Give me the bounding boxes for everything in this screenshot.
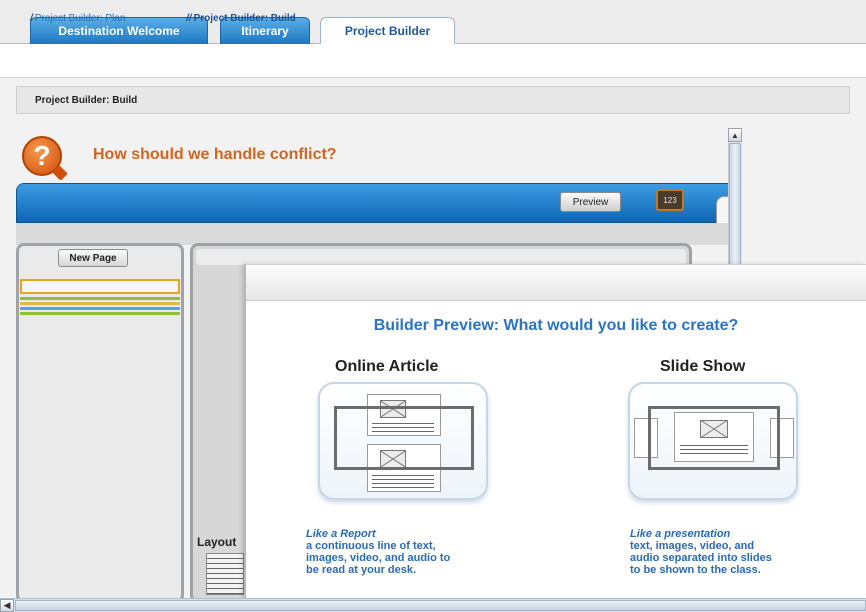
- desc-line: text, images, video, and: [630, 540, 755, 552]
- page-stripe[interactable]: [20, 297, 180, 300]
- tab-project-builder[interactable]: Project Builder: [320, 17, 455, 44]
- subnav-link-plan[interactable]: / Project Builder: Plan: [30, 13, 125, 24]
- counter-icon[interactable]: 123: [656, 189, 684, 211]
- slash-icon: /: [30, 13, 33, 24]
- page-stripe[interactable]: [20, 307, 180, 310]
- question-heading: How should we handle conflict?: [93, 146, 337, 163]
- dialog-title: Builder Preview: What would you like to …: [373, 317, 739, 334]
- preview-button[interactable]: Preview: [560, 192, 621, 212]
- horizontal-scrollbar-thumb[interactable]: [15, 600, 866, 611]
- slide-frame-icon: [648, 406, 780, 470]
- subnav-bar: [0, 44, 866, 78]
- online-article-lead: Like a Report: [306, 528, 376, 540]
- project-builder-window: Destination Welcome Itinerary Project Bu…: [0, 0, 866, 612]
- slide-show-description: Like a presentation text, images, video,…: [630, 528, 772, 576]
- page-stripe[interactable]: [20, 312, 180, 315]
- question-mark-icon: ?: [22, 136, 62, 176]
- layout-label: Layout: [197, 535, 237, 549]
- dialog-header: [246, 265, 866, 301]
- section-title: Project Builder: Build: [35, 95, 138, 106]
- text-lines: [372, 472, 434, 488]
- scroll-up-icon[interactable]: ▲: [728, 128, 742, 142]
- desc-line: be read at your desk.: [306, 564, 417, 576]
- canvas-header: [196, 249, 686, 265]
- section-title-bar: Project Builder: Build: [16, 86, 850, 114]
- layout-lines-icon[interactable]: [206, 553, 244, 595]
- desc-line: a continuous line of text,: [306, 540, 436, 552]
- slide-show-lead: Like a presentation: [630, 528, 731, 540]
- option-title-slide-show: Slide Show: [660, 358, 746, 375]
- option-title-online-article: Online Article: [335, 358, 439, 375]
- desc-line: to be shown to the class.: [630, 564, 761, 576]
- builder-toolbar: [16, 183, 736, 223]
- toolbar-strip: [16, 223, 736, 245]
- subnav-build-label: Project Builder: Build: [193, 13, 296, 24]
- slide-show-option[interactable]: [628, 382, 798, 500]
- page-thumbnail-selected[interactable]: [20, 279, 180, 294]
- subnav-plan-label: Project Builder: Plan: [34, 13, 126, 24]
- desc-line: images, video, and audio to: [306, 552, 451, 564]
- page-stripe[interactable]: [20, 302, 180, 305]
- article-frame-icon: [334, 406, 474, 470]
- desc-line: audio separated into slides: [630, 552, 772, 564]
- subnav-link-build[interactable]: //Project Builder: Build: [186, 13, 296, 24]
- double-slash-icon: //: [186, 13, 192, 24]
- scroll-left-icon[interactable]: ◀: [0, 599, 14, 612]
- online-article-option[interactable]: [318, 382, 488, 500]
- online-article-description: Like a Report a continuous line of text,…: [306, 528, 450, 576]
- new-page-button[interactable]: New Page: [58, 249, 128, 267]
